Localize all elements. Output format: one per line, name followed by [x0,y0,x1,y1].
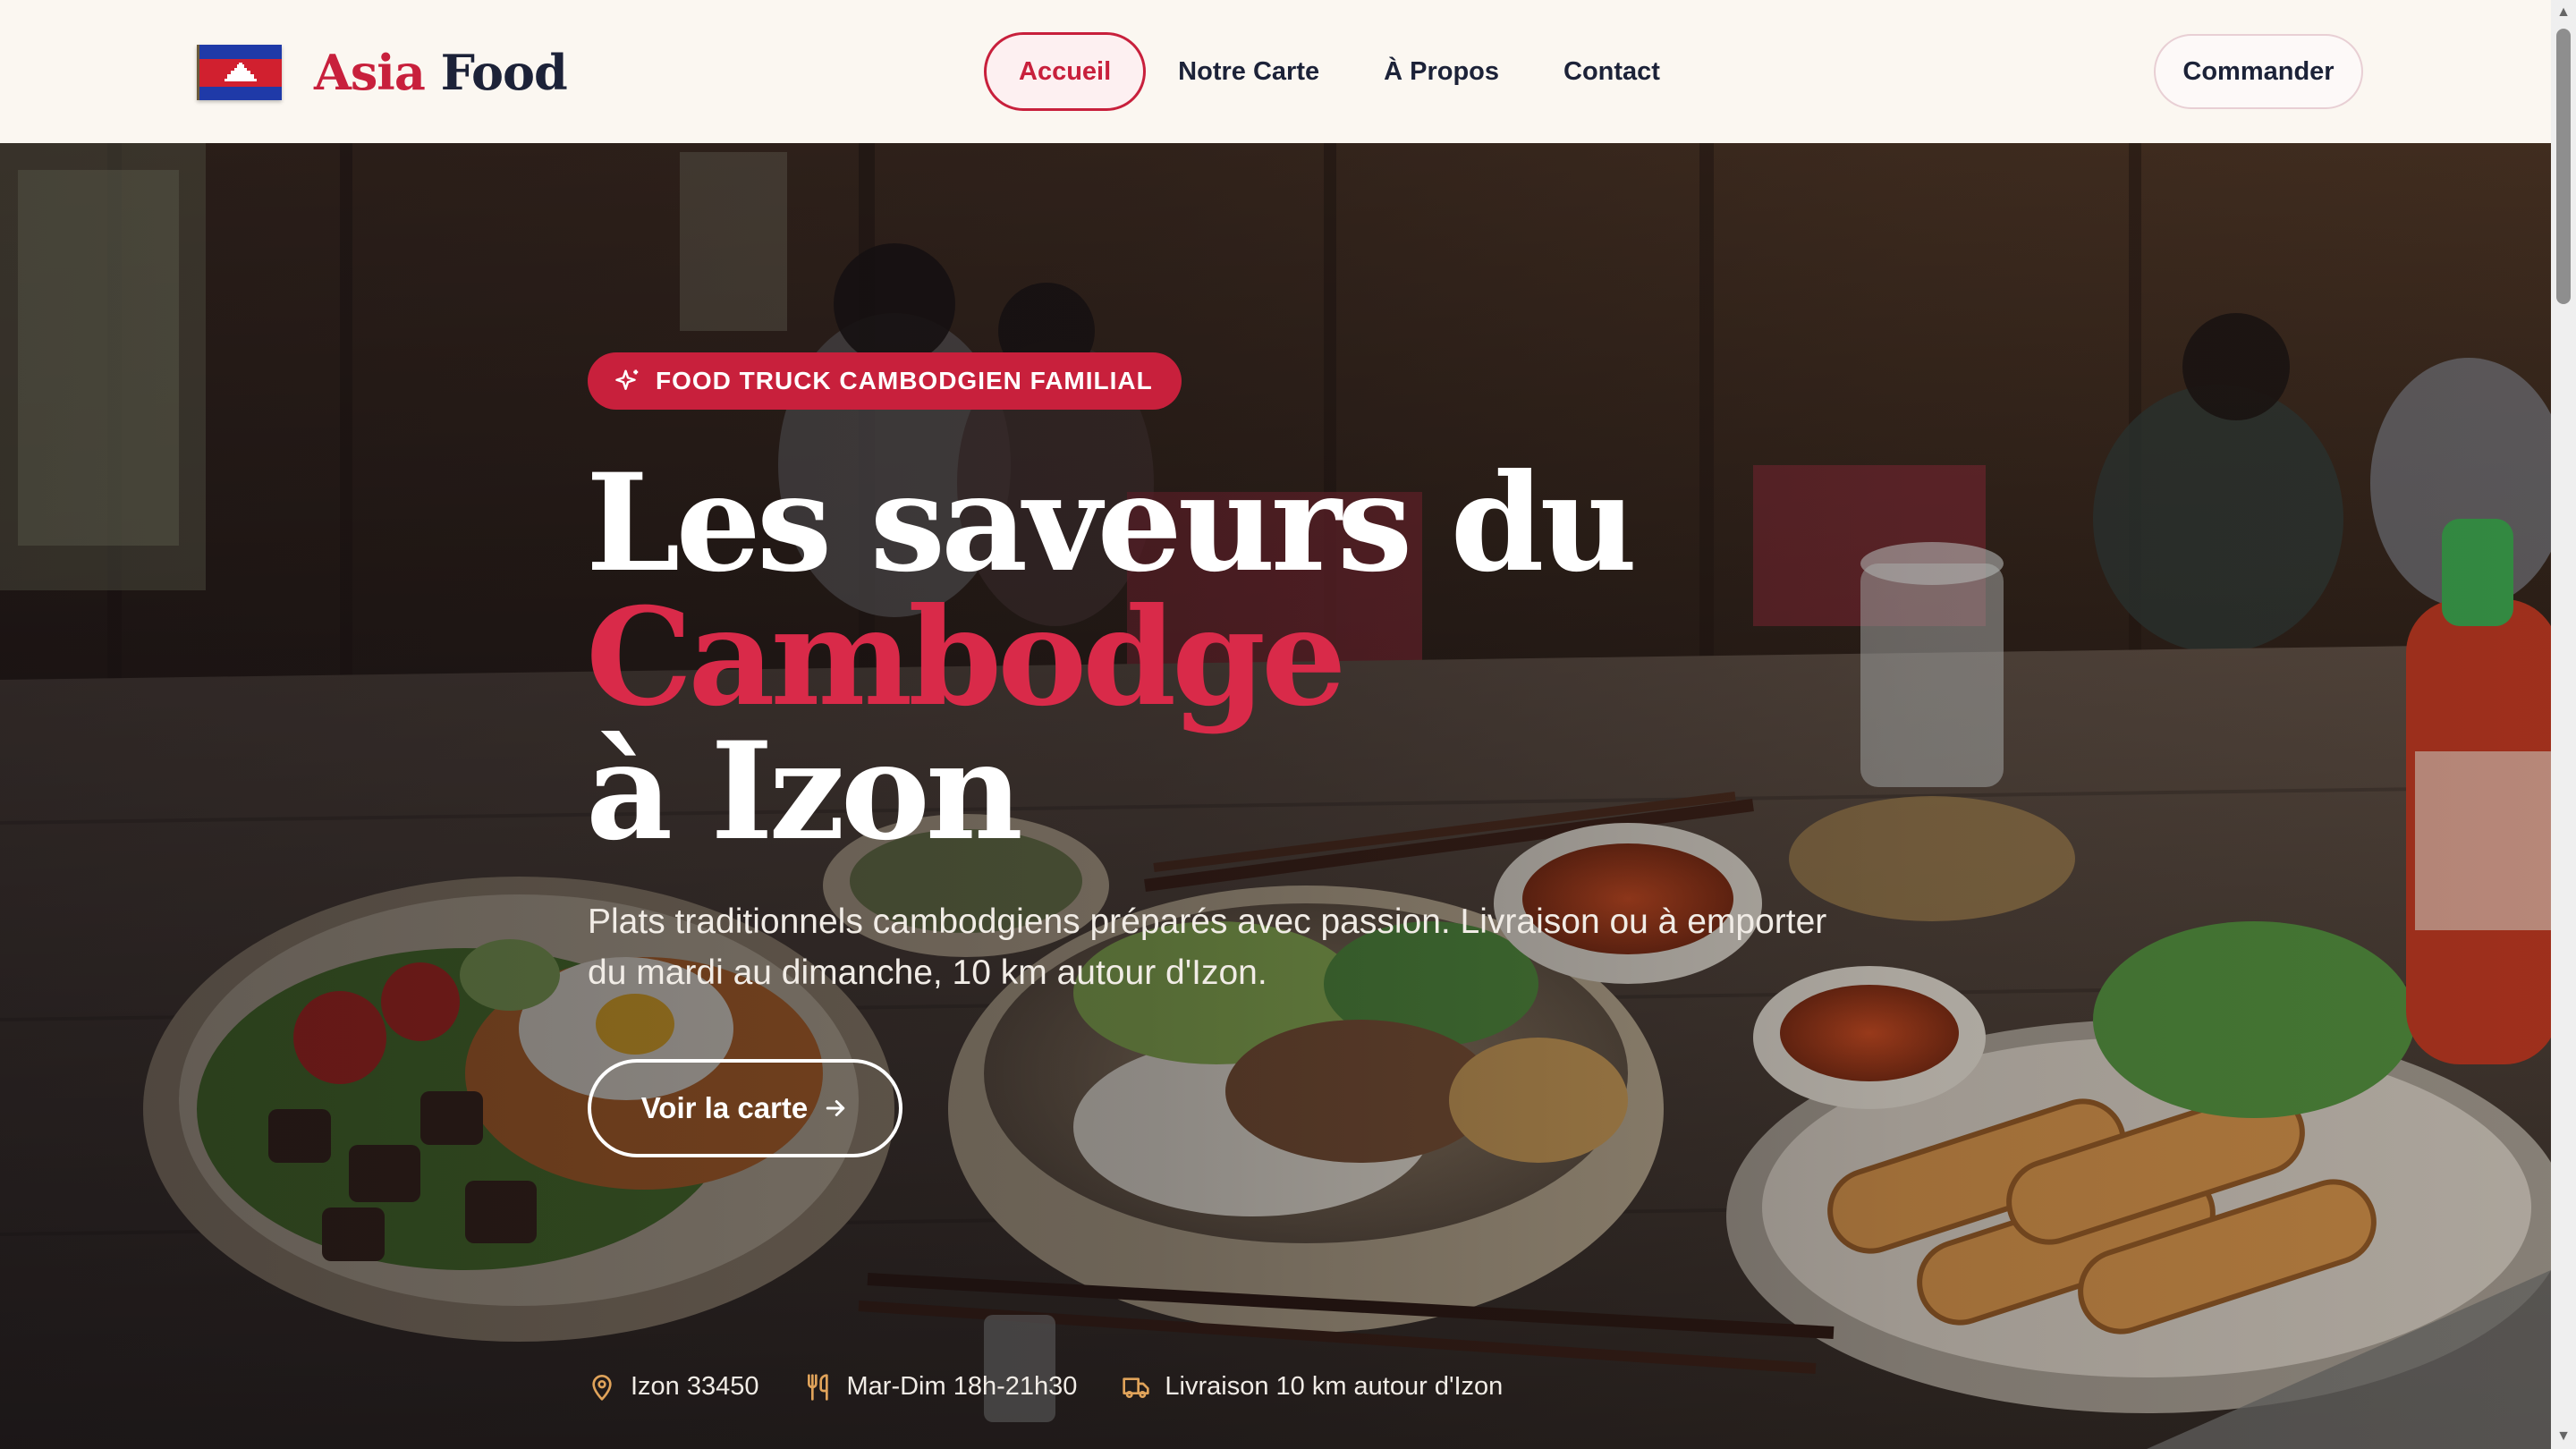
hero-section: FOOD TRUCK CAMBODGIEN FAMILIAL Les saveu… [0,143,2551,1449]
main-nav: Accueil Notre Carte À Propos Contact [984,32,1692,111]
nav-notre-carte[interactable]: Notre Carte [1146,32,1352,111]
hero-badge: FOOD TRUCK CAMBODGIEN FAMILIAL [588,352,1182,410]
hero-subtitle: Plats traditionnels cambodgiens préparés… [588,902,1827,992]
hero-title: Les saveurs du Cambodge à Izon [586,445,1638,870]
scroll-up-arrow-icon[interactable]: ▲ [2551,2,2576,23]
map-pin-icon [592,1374,612,1401]
nav-contact[interactable]: Contact [1531,32,1692,111]
info-delivery-text: Livraison 10 km autour d'Izon [1165,1372,1504,1401]
hero-title-accent: Cambodge [586,579,1346,736]
hero-title-line3: à Izon [586,713,1023,870]
page-scrollbar[interactable]: ▲ ▼ [2551,0,2576,1449]
truck-icon [1123,1377,1150,1398]
hero-info-row: Izon 33450 Mar-Dim 18h-21h30 Livraison 1… [588,1372,1547,1402]
info-hours: Mar-Dim 18h-21h30 [804,1372,1078,1402]
scrollbar-thumb[interactable] [2556,29,2571,304]
logo-text: Asia Food [314,44,568,101]
scroll-down-arrow-icon[interactable]: ▼ [2551,1426,2576,1447]
info-location: Izon 33450 [588,1372,759,1402]
hero-title-line1: Les saveurs du [586,445,1638,602]
logo[interactable]: Asia Food [197,39,568,106]
nav-a-propos[interactable]: À Propos [1352,32,1531,111]
cta-label: Voir la carte [640,1091,809,1124]
logo-word-food: Food [440,44,568,101]
info-delivery: Livraison 10 km autour d'Izon [1122,1372,1503,1402]
cambodia-flag-icon [197,45,282,100]
sparkle-icon [615,369,639,390]
logo-word-asia: Asia [314,44,426,101]
arrow-right-icon [826,1100,845,1116]
nav-accueil[interactable]: Accueil [984,32,1147,111]
voir-la-carte-button[interactable]: Voir la carte [588,1059,902,1157]
info-location-text: Izon 33450 [631,1372,759,1401]
commander-button[interactable]: Commander [2154,34,2363,109]
info-hours-text: Mar-Dim 18h-21h30 [846,1372,1078,1401]
site-header: Asia Food Accueil Notre Carte À Propos C… [0,0,2551,144]
utensils-icon [807,1373,828,1401]
hero-badge-text: FOOD TRUCK CAMBODGIEN FAMILIAL [656,367,1153,394]
